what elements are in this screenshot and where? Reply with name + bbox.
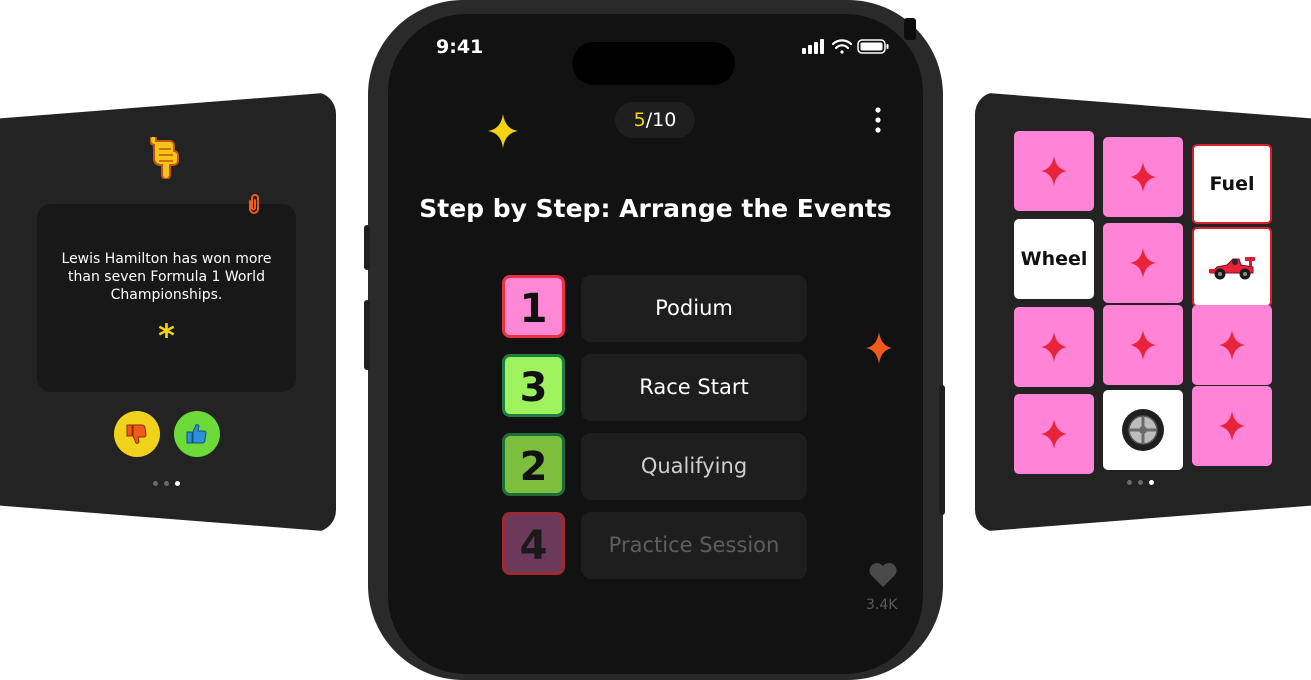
sparkle-icon bbox=[1041, 332, 1067, 362]
wifi-icon bbox=[831, 39, 853, 54]
phone-side-button bbox=[939, 385, 945, 515]
dynamic-island bbox=[572, 42, 735, 85]
tile-label: Wheel bbox=[1020, 248, 1088, 270]
memory-tile-hidden[interactable] bbox=[1192, 386, 1272, 466]
phone-camera-bump bbox=[904, 18, 916, 40]
memory-tile-hidden[interactable] bbox=[1103, 223, 1183, 303]
progress-total: /10 bbox=[645, 109, 677, 131]
progress-current: 5 bbox=[633, 109, 646, 131]
fact-box: Lewis Hamilton has won more than seven F… bbox=[37, 204, 296, 392]
paperclip-icon bbox=[249, 194, 259, 214]
more-options-icon[interactable] bbox=[875, 106, 881, 134]
page-indicator bbox=[1127, 480, 1154, 485]
page-dot-active[interactable] bbox=[175, 481, 180, 486]
order-number-tile[interactable]: 2 bbox=[502, 433, 565, 496]
memory-tile-hidden[interactable] bbox=[1103, 305, 1183, 385]
answer-option[interactable]: Practice Session bbox=[581, 512, 807, 579]
memory-tile-hidden[interactable] bbox=[1014, 394, 1094, 474]
fact-text: Lewis Hamilton has won more than seven F… bbox=[61, 251, 272, 303]
sparkle-icon bbox=[866, 332, 892, 364]
page-indicator bbox=[153, 481, 180, 486]
memory-tile-hidden[interactable] bbox=[1014, 307, 1094, 387]
page-dot[interactable] bbox=[164, 481, 169, 486]
phone-side-button bbox=[364, 225, 370, 270]
tile-label: Fuel bbox=[1209, 173, 1255, 195]
memory-tile-revealed[interactable]: Fuel bbox=[1192, 144, 1272, 224]
memory-tile-hidden[interactable] bbox=[1103, 137, 1183, 217]
sparkle-icon bbox=[1130, 248, 1156, 278]
battery-icon bbox=[857, 39, 889, 54]
sparkle-icon bbox=[488, 114, 518, 148]
phone-side-button bbox=[364, 300, 370, 370]
memory-tile-hidden[interactable] bbox=[1014, 131, 1094, 211]
status-time: 9:41 bbox=[436, 36, 484, 58]
tire-icon bbox=[1122, 409, 1164, 451]
order-number-tile[interactable]: 3 bbox=[502, 354, 565, 417]
memory-tile-revealed[interactable] bbox=[1192, 227, 1272, 307]
phone-frame: 9:41 5/10 Step by Step: Arrange the Even… bbox=[364, 0, 945, 680]
sparkle-icon bbox=[1130, 162, 1156, 192]
memory-game-card: Fuel Wheel bbox=[975, 92, 1311, 532]
thumbs-down-button[interactable] bbox=[114, 411, 160, 457]
sparkle-icon bbox=[1041, 156, 1067, 186]
signal-icon bbox=[802, 39, 824, 54]
pointing-hand-icon bbox=[150, 137, 179, 179]
sparkle-icon bbox=[1130, 330, 1156, 360]
sparkle-icon bbox=[1219, 330, 1245, 360]
race-car-icon bbox=[1209, 257, 1255, 280]
thumbs-up-button[interactable] bbox=[174, 411, 220, 457]
answer-option[interactable]: Podium bbox=[581, 275, 807, 342]
phone-screen: 9:41 5/10 Step by Step: Arrange the Even… bbox=[388, 14, 923, 674]
status-icons bbox=[802, 39, 889, 54]
memory-tile-revealed[interactable]: Wheel bbox=[1014, 219, 1094, 299]
asterisk-mark: * bbox=[158, 317, 175, 355]
page-dot[interactable] bbox=[1127, 480, 1132, 485]
likes-count: 3.4K bbox=[866, 597, 898, 613]
progress-indicator: 5/10 bbox=[615, 102, 695, 138]
thumbs-down-icon bbox=[126, 424, 147, 444]
order-number-tile[interactable]: 4 bbox=[502, 512, 565, 575]
memory-tile-hidden[interactable] bbox=[1192, 305, 1272, 385]
question-title: Step by Step: Arrange the Events bbox=[419, 194, 892, 223]
page-dot-active[interactable] bbox=[1149, 480, 1154, 485]
order-number-tile[interactable]: 1 bbox=[502, 275, 565, 338]
sparkle-icon bbox=[1219, 411, 1245, 441]
answer-option[interactable]: Qualifying bbox=[581, 433, 807, 500]
sparkle-icon bbox=[1041, 419, 1067, 449]
page-dot[interactable] bbox=[1138, 480, 1143, 485]
thumbs-up-icon bbox=[186, 424, 207, 444]
heart-icon[interactable] bbox=[868, 562, 898, 588]
fact-card: Lewis Hamilton has won more than seven F… bbox=[0, 92, 336, 532]
answer-option[interactable]: Race Start bbox=[581, 354, 807, 421]
memory-tile-revealed[interactable] bbox=[1103, 390, 1183, 470]
page-dot[interactable] bbox=[153, 481, 158, 486]
